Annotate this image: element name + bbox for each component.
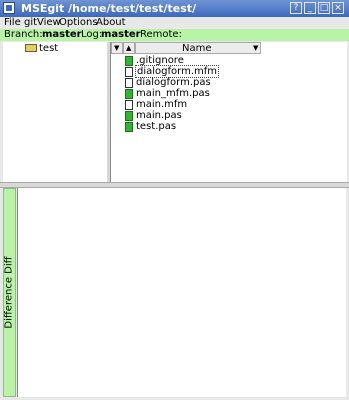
file-name: main_mfm.pas <box>136 88 210 99</box>
file-name: dialogform.pas <box>136 77 211 88</box>
list-item[interactable]: dialogform.mfm <box>123 65 349 78</box>
maximize-button[interactable]: □ <box>318 2 330 14</box>
file-icon <box>125 67 133 77</box>
file-name: main.mfm <box>136 99 188 110</box>
header-sort-down[interactable]: ▼ <box>111 42 123 54</box>
header-sort-up[interactable]: ▲ <box>123 42 135 54</box>
list-item[interactable]: test.pas <box>123 121 349 132</box>
file-name: .gitignore <box>136 55 184 66</box>
diff-tab-label: Difference Diff <box>3 256 15 329</box>
file-icon <box>125 78 133 88</box>
window-title: MSEgit /home/test/test/test/ <box>21 2 197 15</box>
menu-view[interactable]: View <box>37 17 61 28</box>
status-line: Branch: master Log: master Remote: <box>0 29 349 41</box>
list-item[interactable]: main.pas <box>123 110 349 121</box>
diff-side-tab[interactable]: Difference Diff <box>3 188 16 397</box>
list-item[interactable]: main_mfm.pas <box>123 88 349 99</box>
close-button[interactable]: × <box>332 2 344 14</box>
file-list[interactable]: ▼ ▲ Name ▼ .gitignore dialogform.mfm dia… <box>110 42 347 182</box>
file-name: main.pas <box>136 110 182 121</box>
menu-file[interactable]: File <box>4 17 21 28</box>
branch-value: master <box>42 29 82 40</box>
diff-pane[interactable] <box>17 188 346 397</box>
sort-up-icon: ▲ <box>126 44 132 52</box>
list-item[interactable]: .gitignore <box>123 55 349 66</box>
menu-options[interactable]: Options <box>59 17 98 28</box>
name-column-header[interactable]: Name ▼ <box>135 42 261 54</box>
file-name: test.pas <box>136 121 177 132</box>
name-header-label: Name <box>182 43 212 54</box>
log-label: Log: <box>81 29 103 40</box>
modified-file-icon <box>125 56 133 66</box>
modified-file-icon <box>125 89 133 99</box>
tree-item-label: test <box>39 43 59 54</box>
repo-tree[interactable]: test <box>3 42 108 182</box>
file-name: dialogform.mfm <box>135 65 219 78</box>
title-bar: MSEgit /home/test/test/test/ ? _ □ × <box>0 0 349 17</box>
remote-label: Remote: <box>140 29 182 40</box>
branch-label: Branch: <box>4 29 43 40</box>
help-button[interactable]: ? <box>290 2 302 14</box>
column-dropdown-icon: ▼ <box>253 44 259 52</box>
modified-file-icon <box>125 111 133 121</box>
menu-about[interactable]: About <box>96 17 126 28</box>
menu-bar: File git View Options About <box>0 17 349 29</box>
app-icon[interactable] <box>3 2 15 14</box>
modified-file-icon <box>125 122 133 132</box>
list-item[interactable]: main.mfm <box>123 99 349 110</box>
sort-down-icon: ▼ <box>114 44 120 52</box>
file-icon <box>125 100 133 110</box>
folder-icon <box>25 44 37 52</box>
menu-git[interactable]: git <box>24 17 37 28</box>
list-item[interactable]: dialogform.pas <box>123 77 349 88</box>
minimize-button[interactable]: _ <box>304 2 316 14</box>
log-value: master <box>101 29 141 40</box>
